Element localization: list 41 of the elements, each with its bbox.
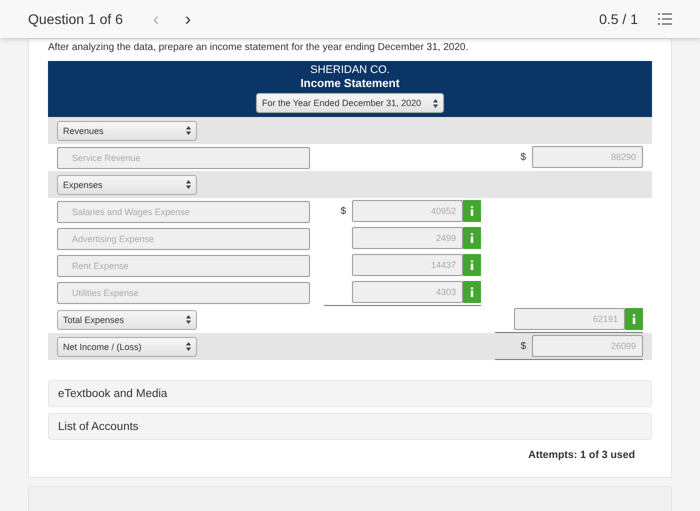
select-caret-icon (186, 126, 191, 135)
statement-title: Income Statement (300, 78, 400, 90)
amount-field[interactable]: 26099 (532, 335, 643, 357)
select-caret-icon (186, 315, 191, 324)
dollar-sign: $ (520, 340, 526, 352)
amount-field[interactable]: 88290 (532, 146, 643, 168)
amount-field[interactable]: 62191 (514, 308, 625, 330)
line-select[interactable]: Expenses (57, 174, 197, 194)
account-field[interactable]: Rent Expense (57, 254, 310, 276)
next-button[interactable]: › (180, 10, 195, 28)
instruction-text: After analyzing the data, prepare an income statement for the year ending December 31, 2020. (48, 41, 470, 55)
attempts-text: Attempts: 1 of 3 used (527, 449, 636, 461)
score: 0.5 / 1 (599, 11, 638, 27)
account-field[interactable]: Advertising Expense (57, 228, 310, 250)
amount-field[interactable]: 4303 (352, 281, 463, 303)
line-select[interactable]: Total Expenses (57, 310, 197, 330)
select-caret-icon (186, 342, 191, 351)
dollar-sign: $ (520, 152, 526, 162)
period-select[interactable]: For the Year Ended December 31, 2020 (256, 93, 444, 113)
info-icon[interactable] (470, 206, 474, 216)
info-icon[interactable] (470, 233, 474, 243)
account-field[interactable]: Utilities Expense (57, 282, 310, 304)
resource-link[interactable]: eTextbook and Media (48, 380, 652, 407)
question-counter: Question 1 of 6 (28, 11, 123, 27)
dollar-sign: $ (340, 206, 346, 216)
line-select[interactable]: Revenues (57, 120, 197, 140)
amount-field[interactable]: 2499 (352, 227, 463, 249)
info-icon[interactable] (632, 314, 636, 324)
amount-field[interactable]: 14437 (352, 254, 463, 276)
company-name: SHERIDAN CO. (310, 64, 390, 76)
account-field[interactable]: Service Revenue (57, 146, 310, 168)
select-caret-icon (433, 98, 438, 108)
select-caret-icon (186, 180, 191, 189)
line-select[interactable]: Net Income / (Loss) (57, 336, 197, 356)
account-field[interactable]: Salaries and Wages Expense (57, 200, 310, 222)
list-icon[interactable] (658, 13, 672, 25)
amount-field[interactable]: 40952 (352, 200, 463, 222)
resource-link[interactable]: List of Accounts (48, 413, 652, 440)
previous-button[interactable]: ‹ (148, 10, 163, 28)
info-icon[interactable] (470, 287, 474, 297)
info-icon[interactable] (470, 260, 474, 270)
